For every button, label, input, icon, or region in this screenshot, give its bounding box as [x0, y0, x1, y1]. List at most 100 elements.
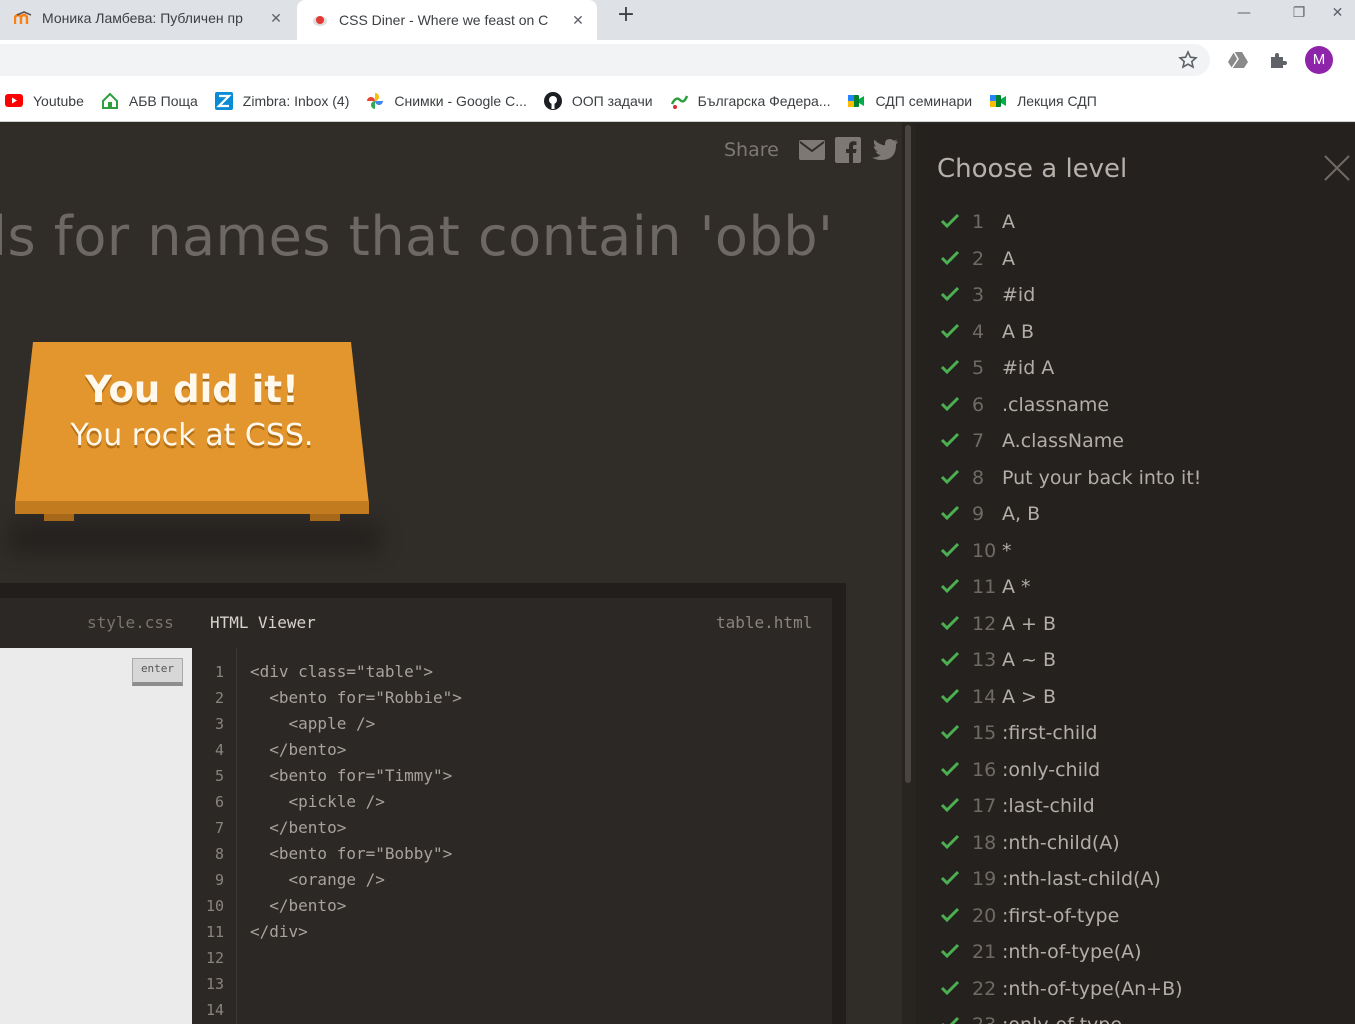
tab-css-diner[interactable]: CSS Diner - Where we feast on C ✕ — [297, 0, 597, 40]
code-line: </bento> — [250, 740, 347, 759]
bookmark-label: Youtube — [33, 92, 84, 109]
level-number: 15 — [972, 722, 997, 744]
level-name: A B — [1002, 320, 1035, 343]
checkmark-icon — [940, 213, 962, 231]
checkmark-icon — [940, 359, 962, 377]
win-message-subtitle: You rock at CSS. — [70, 418, 314, 453]
level-number: 3 — [972, 284, 985, 306]
line-number: 11 — [205, 923, 224, 941]
level-item[interactable]: 6 .classname — [940, 390, 1340, 420]
new-tab-button[interactable]: + — [612, 2, 640, 30]
code-line: </bento> — [250, 896, 347, 915]
google-drive-icon[interactable] — [1226, 48, 1250, 72]
level-item[interactable]: 11 A * — [940, 572, 1340, 602]
level-item[interactable]: 16:only-child — [940, 755, 1340, 785]
win-message-title: You did it! — [85, 368, 299, 411]
level-item[interactable]: 8 Put your back into it! — [940, 463, 1340, 493]
level-name: A * — [1002, 576, 1031, 598]
code-line: </bento> — [250, 818, 347, 837]
facebook-icon[interactable] — [834, 137, 861, 163]
level-item[interactable]: 18:nth-child(A) — [940, 828, 1340, 858]
code-line: <pickle /> — [250, 792, 385, 811]
level-item[interactable]: 19:nth-last-child(A) — [940, 864, 1340, 894]
table-leg — [44, 514, 74, 521]
level-item[interactable]: 5 #id A — [940, 353, 1340, 383]
checkmark-icon — [940, 396, 962, 414]
code-line: <apple /> — [250, 714, 376, 733]
level-item[interactable]: 9 A, B — [940, 499, 1340, 529]
minimize-icon[interactable]: — — [1222, 0, 1266, 30]
level-item[interactable]: 3 #id — [940, 280, 1340, 310]
bookmark-zimbra[interactable]: Zimbra: Inbox (4) — [210, 86, 358, 116]
browser-toolbar: M — [0, 40, 1355, 80]
level-name: #id A — [1002, 357, 1055, 379]
level-item[interactable]: 20:first-of-type — [940, 901, 1340, 931]
bookmark-abv[interactable]: АБВ Поща — [96, 86, 206, 116]
level-item[interactable]: 21:nth-of-type(A) — [940, 937, 1340, 967]
level-item[interactable]: 15:first-child — [940, 718, 1340, 748]
css-file-name: style.css — [87, 613, 174, 632]
profile-avatar[interactable]: M — [1305, 46, 1333, 74]
level-number: 14 — [972, 685, 997, 708]
github-icon — [543, 91, 562, 110]
bookmark-star-icon[interactable] — [1176, 48, 1200, 72]
bookmark-federation[interactable]: Българска Федера... — [665, 86, 839, 116]
level-item[interactable]: 1A — [940, 207, 1340, 237]
level-name: :last-child — [1002, 795, 1095, 817]
level-item[interactable]: 10 * — [940, 536, 1340, 566]
close-icon[interactable]: ✕ — [267, 10, 285, 27]
line-number: 12 — [205, 949, 224, 967]
bookmark-youtube[interactable]: Youtube — [0, 86, 92, 116]
restore-icon[interactable]: ❐ — [1277, 0, 1321, 30]
level-item[interactable]: 4 A B — [940, 317, 1340, 347]
code-line: <bento for="Timmy"> — [250, 766, 453, 785]
code-line: <div class="table"> — [250, 662, 434, 681]
checkmark-icon — [940, 834, 962, 852]
bookmark-sdp-seminars[interactable]: СДП семинари — [842, 86, 980, 116]
line-number: 6 — [214, 793, 224, 811]
bookmark-sdp-lecture[interactable]: Лекция СДП — [984, 86, 1105, 116]
css-input-pane[interactable] — [0, 648, 192, 1024]
level-number: 9 — [972, 503, 985, 525]
extensions-icon[interactable] — [1266, 48, 1290, 72]
level-item[interactable]: 23:only-of-type — [940, 1010, 1340, 1024]
address-bar[interactable] — [0, 44, 1210, 76]
close-levels-icon[interactable] — [1322, 153, 1352, 183]
share-label: Share — [724, 139, 779, 161]
line-number: 1 — [214, 663, 224, 681]
level-item[interactable]: 2A — [940, 244, 1340, 274]
level-name: :first-child — [1002, 722, 1098, 744]
share-bar: Share — [724, 137, 899, 163]
bookmark-oop[interactable]: ООП задачи — [539, 86, 661, 116]
tab-moodle[interactable]: Моника Ламбева: Публичен пр ✕ — [0, 0, 295, 36]
level-number: 5 — [972, 357, 985, 379]
levels-title: Choose a level — [937, 154, 1128, 184]
level-item[interactable]: 7 A.className — [940, 426, 1340, 456]
level-name: A — [1002, 247, 1015, 270]
google-meet-icon — [989, 92, 1007, 110]
window-close-icon[interactable]: ✕ — [1320, 0, 1355, 30]
checkmark-icon — [940, 542, 962, 560]
bookmark-google-photos[interactable]: Снимки - Google C... — [361, 86, 535, 116]
checkmark-icon — [940, 578, 962, 596]
close-icon[interactable]: ✕ — [569, 12, 587, 29]
level-item[interactable]: 17:last-child — [940, 791, 1340, 821]
level-name: :only-child — [1002, 758, 1101, 781]
bookmark-label: Zimbra: Inbox (4) — [242, 92, 350, 109]
checkmark-icon — [940, 469, 962, 487]
youtube-icon — [5, 92, 23, 110]
level-item[interactable]: 12 A + B — [940, 609, 1340, 639]
level-item[interactable]: 22:nth-of-type(An+B) — [940, 974, 1340, 1004]
twitter-icon[interactable] — [871, 138, 899, 162]
level-item[interactable]: 14 A > B — [940, 682, 1340, 712]
checkmark-icon — [940, 797, 962, 815]
level-number: 21 — [972, 941, 997, 963]
email-icon[interactable] — [798, 140, 825, 160]
checkmark-icon — [940, 870, 962, 888]
level-number: 11 — [972, 576, 997, 598]
level-item[interactable]: 13 A ~ B — [940, 645, 1340, 675]
level-name: Put your back into it! — [1002, 466, 1202, 489]
scrollbar-thumb[interactable] — [905, 125, 911, 783]
enter-button[interactable]: enter — [132, 658, 183, 686]
code-line: <orange /> — [250, 870, 385, 889]
